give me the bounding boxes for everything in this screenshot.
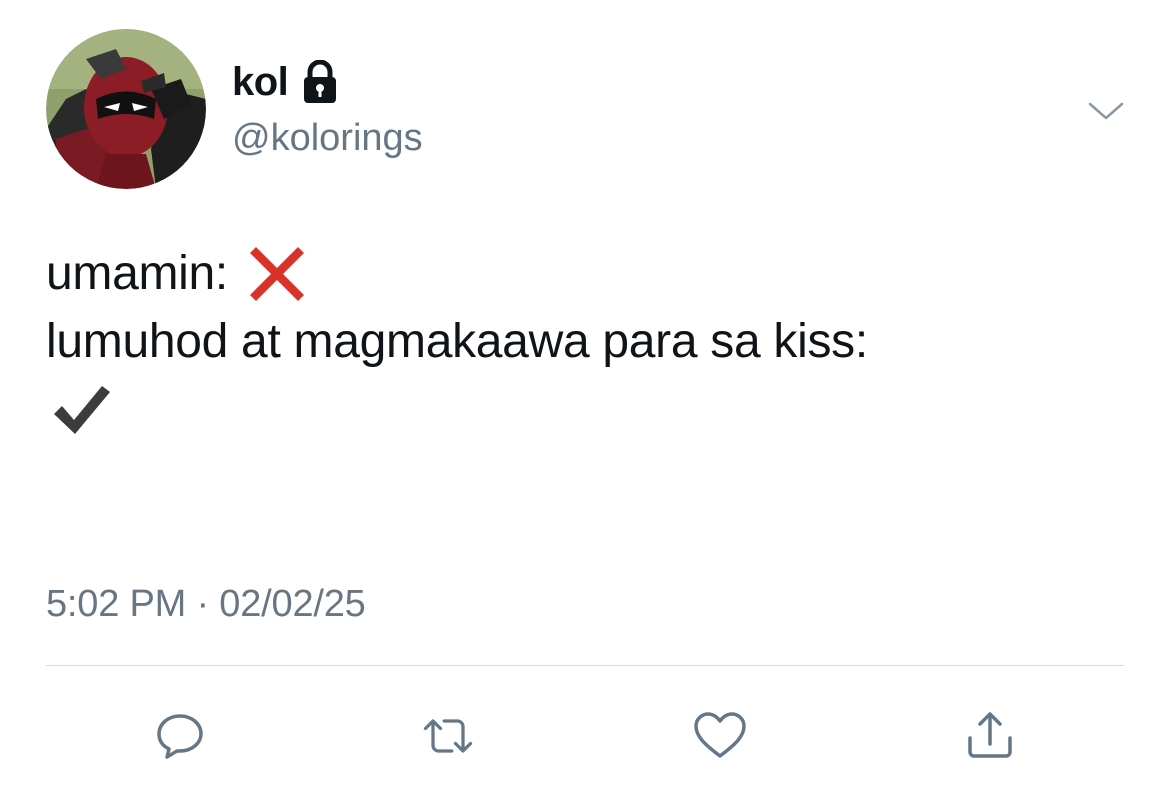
retweet-icon bbox=[423, 719, 473, 753]
author-name-row: kol bbox=[232, 56, 340, 108]
divider bbox=[46, 665, 1124, 666]
tweet-line-2: lumuhod at magmakaawa para sa kiss: bbox=[46, 308, 1146, 376]
share-icon bbox=[968, 712, 1012, 758]
action-bar bbox=[0, 706, 1170, 766]
heart-icon bbox=[694, 712, 746, 758]
chevron-down-icon[interactable] bbox=[1086, 96, 1126, 126]
tweet-line-1: umamin: bbox=[46, 240, 1146, 308]
like-button[interactable] bbox=[690, 706, 750, 766]
display-name[interactable]: kol bbox=[232, 56, 289, 108]
cross-mark-icon bbox=[242, 239, 312, 309]
retweet-button[interactable] bbox=[418, 706, 478, 766]
timestamp[interactable]: 5:02 PM · 02/02/25 bbox=[46, 580, 366, 628]
deadpool-avatar-image bbox=[46, 29, 206, 189]
share-button[interactable] bbox=[960, 706, 1020, 766]
handle[interactable]: @kolorings bbox=[232, 114, 423, 162]
reply-bubble-icon bbox=[157, 714, 203, 759]
check-mark-icon bbox=[48, 378, 112, 442]
tweet-text: umamin: lumuhod at magmakaawa para sa ki… bbox=[46, 240, 1146, 444]
tweet-line-3 bbox=[46, 376, 1146, 444]
reply-button[interactable] bbox=[150, 706, 210, 766]
avatar[interactable] bbox=[46, 29, 206, 189]
tweet-line-2-text: lumuhod at magmakaawa para sa kiss: bbox=[46, 315, 868, 368]
lock-icon bbox=[300, 60, 340, 104]
tweet-line-1-text: umamin: bbox=[46, 247, 228, 300]
